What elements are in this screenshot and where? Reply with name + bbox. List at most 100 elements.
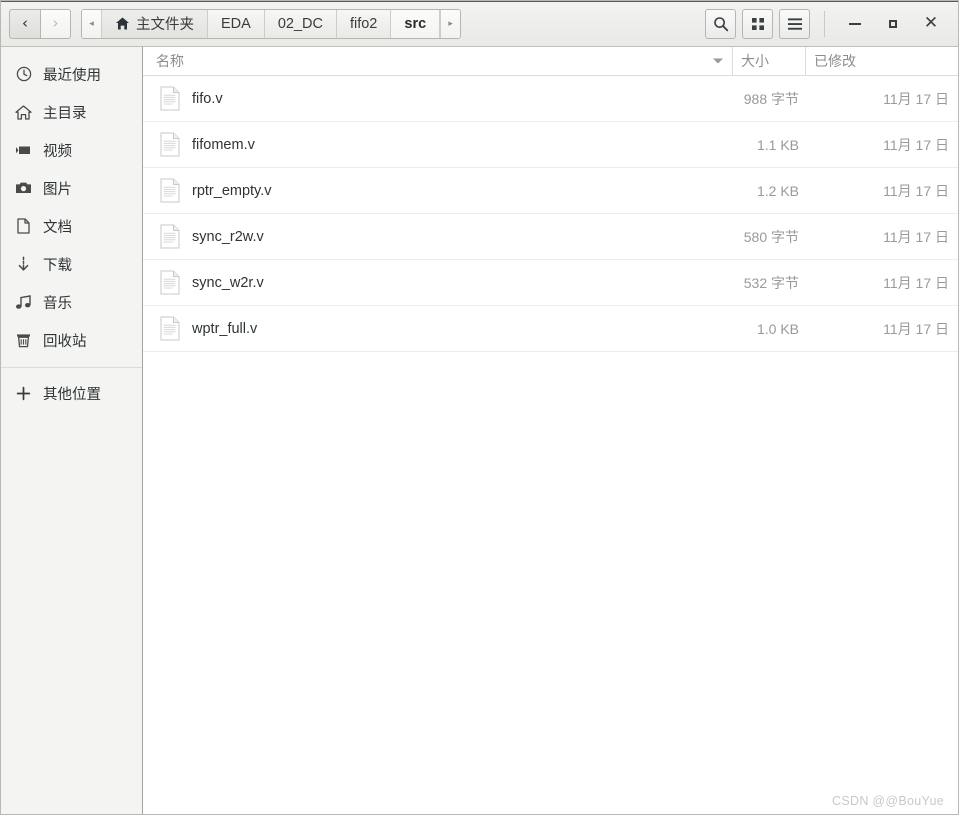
table-row[interactable]: sync_w2r.v 532 字节 11月 17 日 [143, 260, 958, 306]
search-icon [713, 16, 728, 31]
home-icon [15, 104, 32, 121]
header-tool-buttons [705, 8, 810, 39]
sidebar-item-label: 主目录 [43, 105, 87, 122]
breadcrumb: ◂ 主文件夹 EDA 02_DC fifo2 src ▸ [81, 8, 462, 39]
column-header-size[interactable]: 大小 [732, 47, 805, 75]
column-header-name[interactable]: 名称 [143, 47, 732, 75]
breadcrumb-scroll-right[interactable]: ▸ [440, 9, 461, 38]
maximize-icon [889, 19, 897, 28]
sidebar-item-label: 视频 [43, 143, 72, 160]
sidebar-item-documents[interactable]: 文档 [1, 207, 142, 245]
file-name: sync_r2w.v [192, 228, 264, 245]
breadcrumb-label: 02_DC [277, 15, 323, 32]
breadcrumb-label: EDA [221, 15, 251, 32]
sidebar-item-label: 回收站 [43, 333, 87, 350]
column-label: 名称 [156, 53, 184, 69]
minimize-icon [849, 22, 861, 25]
window-controls: ✕ [836, 7, 950, 41]
hamburger-icon [787, 17, 802, 30]
forward-button[interactable]: › [40, 8, 71, 39]
sidebar-separator [1, 367, 142, 368]
breadcrumb-item-home[interactable]: 主文件夹 [102, 9, 208, 38]
close-icon: ✕ [923, 13, 939, 33]
sidebar-item-other-locations[interactable]: 其他位置 [1, 374, 142, 412]
back-button[interactable]: ‹ [9, 8, 40, 39]
sidebar-item-music[interactable]: 音乐 [1, 283, 142, 321]
breadcrumb-label: src [404, 15, 427, 32]
sidebar-item-videos[interactable]: 视频 [1, 131, 142, 169]
chevron-left-icon: ‹ [22, 14, 28, 32]
minimize-button[interactable] [836, 7, 874, 41]
breadcrumb-item-02dc[interactable]: 02_DC [264, 9, 337, 38]
file-name: wptr_full.v [192, 320, 258, 337]
breadcrumb-item-eda[interactable]: EDA [208, 9, 265, 38]
file-icon [160, 224, 180, 249]
file-name-cell: sync_r2w.v [143, 224, 732, 249]
navigation-buttons: ‹ › [9, 8, 71, 39]
window-body: 最近使用 主目录 视频 图片 文档 下载 音乐 回收站 其他位置 名称 大小 已… [1, 47, 958, 814]
video-icon [15, 142, 32, 159]
download-icon [15, 256, 32, 273]
file-list: fifo.v 988 字节 11月 17 日 fifomem.v 1.1 KB … [143, 76, 958, 814]
document-icon [15, 218, 32, 235]
table-row[interactable]: sync_r2w.v 580 字节 11月 17 日 [143, 214, 958, 260]
file-size: 1.2 KB [756, 182, 799, 199]
sidebar-item-downloads[interactable]: 下载 [1, 245, 142, 283]
search-button[interactable] [705, 8, 736, 39]
view-grid-button[interactable] [742, 8, 773, 39]
file-modified: 11月 17 日 [883, 90, 949, 107]
sidebar-item-label: 其他位置 [43, 386, 101, 403]
file-modified: 11月 17 日 [883, 228, 949, 245]
table-row[interactable]: fifomem.v 1.1 KB 11月 17 日 [143, 122, 958, 168]
file-size: 580 字节 [743, 228, 799, 245]
file-modified: 11月 17 日 [883, 182, 949, 199]
file-icon [160, 86, 180, 111]
column-headers: 名称 大小 已修改 [143, 47, 958, 76]
sidebar-item-label: 音乐 [43, 295, 72, 312]
close-button[interactable]: ✕ [912, 7, 950, 41]
column-label: 大小 [741, 53, 769, 69]
file-name: sync_w2r.v [192, 274, 264, 291]
sidebar-item-home[interactable]: 主目录 [1, 93, 142, 131]
menu-button[interactable] [779, 8, 810, 39]
file-name-cell: fifomem.v [143, 132, 732, 157]
sidebar-item-label: 最近使用 [43, 67, 101, 84]
triangle-right-icon: ▸ [448, 18, 453, 28]
file-list-area: 名称 大小 已修改 fifo.v 988 字节 11月 17 日 fifomem… [143, 47, 958, 814]
header-divider [824, 10, 825, 37]
maximize-button[interactable] [874, 7, 912, 41]
grid-icon [751, 17, 764, 30]
sidebar-item-recent[interactable]: 最近使用 [1, 55, 142, 93]
file-name: rptr_empty.v [192, 182, 272, 199]
column-header-modified[interactable]: 已修改 [805, 47, 958, 75]
file-size: 988 字节 [743, 90, 799, 107]
breadcrumb-item-fifo2[interactable]: fifo2 [336, 9, 392, 38]
file-name: fifo.v [192, 90, 223, 107]
column-label: 已修改 [814, 53, 856, 69]
file-icon [160, 132, 180, 157]
breadcrumb-scroll-left[interactable]: ◂ [82, 9, 102, 38]
file-name-cell: wptr_full.v [143, 316, 732, 341]
file-icon [160, 178, 180, 203]
watermark: CSDN @@BouYue [832, 794, 944, 808]
sidebar-item-pictures[interactable]: 图片 [1, 169, 142, 207]
clock-icon [15, 66, 32, 83]
table-row[interactable]: fifo.v 988 字节 11月 17 日 [143, 76, 958, 122]
file-icon [160, 316, 180, 341]
sidebar-item-trash[interactable]: 回收站 [1, 321, 142, 359]
header-bar: ‹ › ◂ 主文件夹 EDA 02_DC fifo2 src ▸ ✕ [1, 1, 958, 47]
file-name: fifomem.v [192, 136, 255, 153]
sidebar: 最近使用 主目录 视频 图片 文档 下载 音乐 回收站 其他位置 [1, 47, 143, 814]
table-row[interactable]: rptr_empty.v 1.2 KB 11月 17 日 [143, 168, 958, 214]
file-modified: 11月 17 日 [883, 320, 949, 337]
file-name-cell: rptr_empty.v [143, 178, 732, 203]
trash-icon [15, 332, 32, 349]
breadcrumb-item-src[interactable]: src [391, 9, 441, 38]
camera-icon [15, 180, 32, 197]
file-modified: 11月 17 日 [883, 136, 949, 153]
file-icon [160, 270, 180, 295]
table-row[interactable]: wptr_full.v 1.0 KB 11月 17 日 [143, 306, 958, 352]
breadcrumb-label: 主文件夹 [136, 17, 194, 33]
file-size: 532 字节 [743, 274, 799, 291]
plus-icon [15, 385, 32, 402]
